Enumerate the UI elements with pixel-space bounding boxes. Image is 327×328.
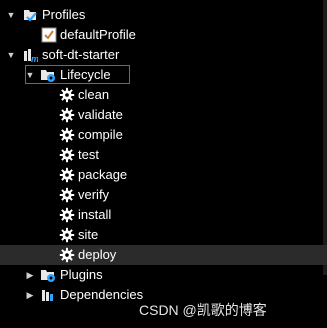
watermark-text: CSDN @凯歌的博客: [139, 302, 267, 318]
phase-label: validate: [78, 107, 123, 122]
lifecycle-phase-validate[interactable]: validate: [0, 105, 320, 125]
phase-label: compile: [78, 127, 123, 142]
tree-node-profiles[interactable]: ▼ Profiles: [0, 5, 320, 25]
gear-icon: [59, 167, 75, 183]
maven-project-icon: m: [24, 49, 38, 63]
expand-down-icon[interactable]: ▼: [5, 5, 17, 25]
tree-node-default-profile[interactable]: defaultProfile: [0, 25, 320, 45]
phase-label: test: [78, 147, 99, 162]
tree-label-plugins: Plugins: [60, 267, 103, 282]
gear-icon: [59, 227, 75, 243]
lifecycle-phase-clean[interactable]: clean: [0, 85, 320, 105]
lifecycle-phase-site[interactable]: site: [0, 225, 320, 245]
expand-down-icon[interactable]: ▼: [5, 45, 17, 65]
tree-node-project[interactable]: ▼ m soft-dt-starter: [0, 45, 320, 65]
lifecycle-phase-compile[interactable]: compile: [0, 125, 320, 145]
expand-right-icon[interactable]: ▶: [24, 285, 36, 305]
profiles-icon: [24, 10, 37, 22]
tree-label-project: soft-dt-starter: [42, 47, 120, 62]
lifecycle-phase-verify[interactable]: verify: [0, 185, 320, 205]
tree-label-profiles: Profiles: [42, 7, 86, 22]
phase-label: deploy: [78, 247, 117, 262]
tree-label-default-profile: defaultProfile: [60, 27, 136, 42]
lifecycle-highlight-box: [25, 65, 130, 84]
lifecycle-phase-test[interactable]: test: [0, 145, 320, 165]
gear-icon: [59, 107, 75, 123]
gear-icon: [59, 207, 75, 223]
lifecycle-phase-install[interactable]: install: [0, 205, 320, 225]
dependencies-folder-icon: [42, 290, 53, 301]
plugins-folder-icon: [41, 270, 55, 282]
checkbox-checked-icon[interactable]: [41, 27, 57, 43]
phase-label: site: [78, 227, 99, 242]
svg-text:m: m: [31, 54, 38, 63]
gear-icon: [59, 87, 75, 103]
phase-label: install: [78, 207, 112, 222]
gear-icon: [59, 147, 75, 163]
phase-label: package: [78, 167, 128, 182]
lifecycle-phase-package[interactable]: package: [0, 165, 320, 185]
gear-icon: [59, 127, 75, 143]
gear-icon: [59, 187, 75, 203]
tree-label-dependencies: Dependencies: [60, 287, 144, 302]
lifecycle-phase-deploy[interactable]: deploy: [0, 245, 320, 265]
phase-label: verify: [78, 187, 110, 202]
tree-node-plugins[interactable]: ▶ Plugins: [0, 265, 320, 285]
phase-label: clean: [78, 87, 110, 102]
gear-icon: [59, 247, 75, 263]
expand-right-icon[interactable]: ▶: [24, 265, 36, 285]
scrollbar-track[interactable]: [323, 0, 327, 275]
